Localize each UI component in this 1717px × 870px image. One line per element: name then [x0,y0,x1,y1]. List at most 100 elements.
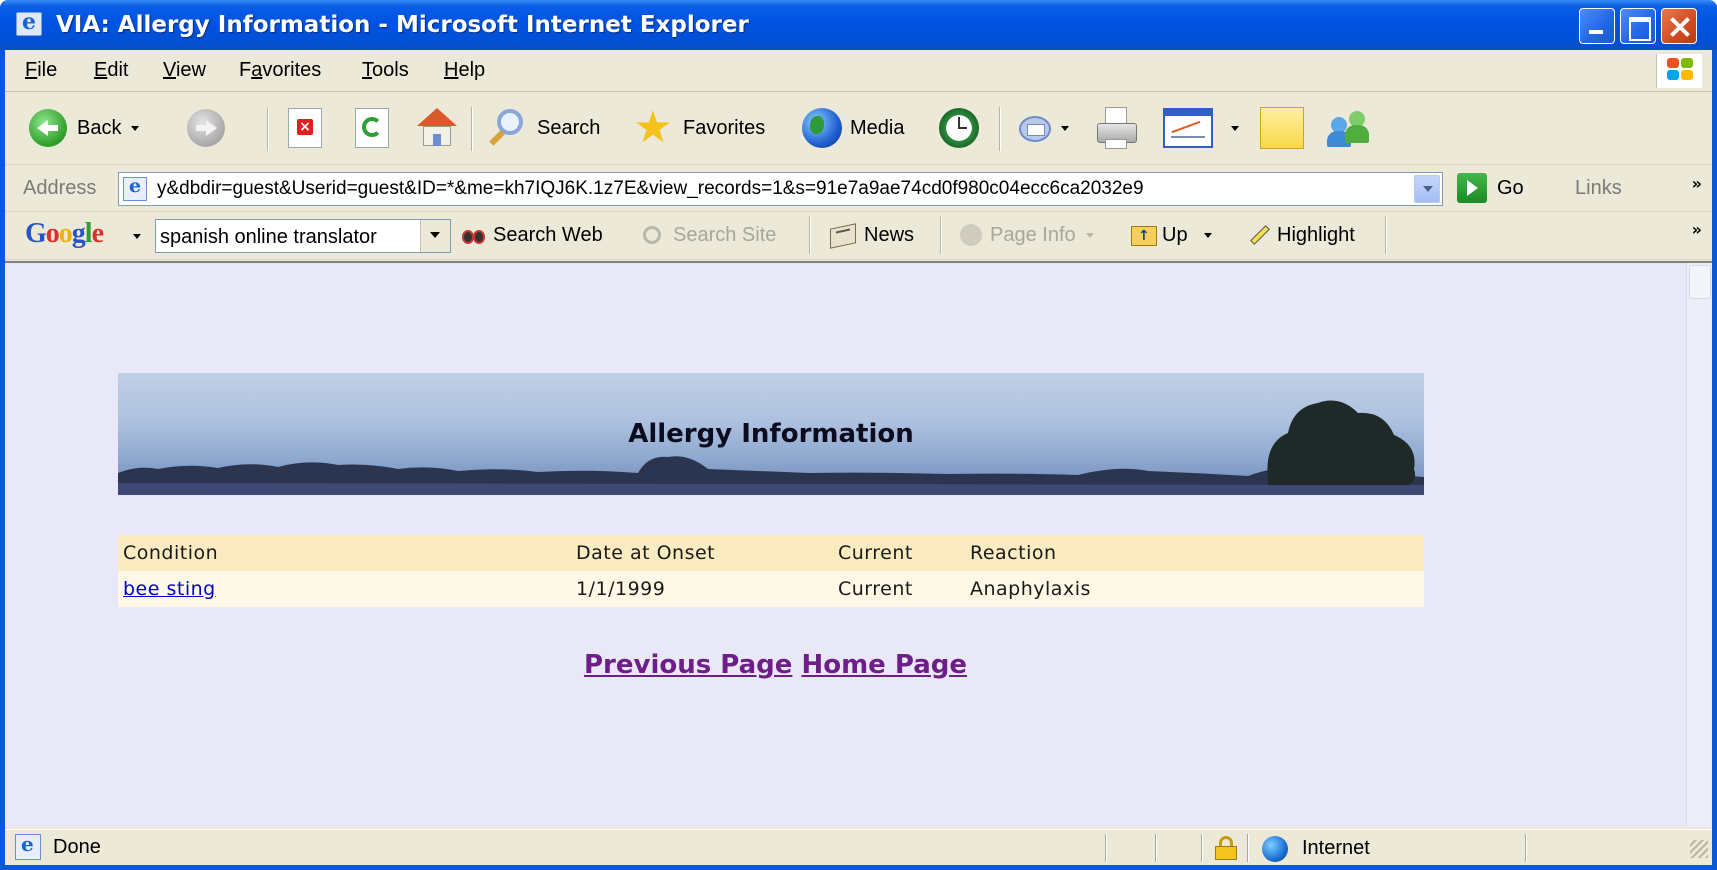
menu-view[interactable]: View [163,59,206,82]
search-site-button[interactable]: Search Site [641,222,776,248]
title-bar[interactable]: VIA: Allergy Information - Microsoft Int… [0,0,1717,50]
search-web-button[interactable]: Search Web [461,222,603,248]
menu-help[interactable]: Help [444,59,485,82]
page-info-dropdown-icon[interactable] [1085,232,1094,238]
print-button[interactable] [1093,101,1141,155]
resize-grip[interactable] [1690,840,1708,858]
news-button[interactable]: News [828,222,915,249]
page-banner: Allergy Information [118,373,1424,495]
previous-page-link[interactable]: Previous Page [584,650,792,680]
google-search-query[interactable]: spanish online translator [160,226,377,249]
edit-page-icon [1163,108,1213,148]
go-button[interactable]: Go [1457,173,1524,203]
allergy-table: Condition Date at Onset Current Reaction… [118,535,1424,607]
page-title: Allergy Information [628,419,914,449]
address-label: Address [23,177,97,199]
up-button[interactable]: ↑ Up [1130,222,1212,248]
page-icon [123,175,147,201]
edit-dropdown-icon[interactable] [1231,125,1239,131]
close-button[interactable] [1661,8,1697,44]
mail-icon [1015,108,1057,148]
status-bar: Done Internet [5,829,1712,865]
links-button[interactable]: Links [1575,177,1622,200]
search-label: Search [537,116,601,139]
google-separator [809,216,811,254]
toolbar-separator [999,107,1001,151]
condition-cell: bee sting [118,571,571,607]
menu-tools[interactable]: Tools [362,59,409,82]
news-label: News [864,223,915,246]
condition-link[interactable]: bee sting [123,578,216,600]
menu-file[interactable]: File [25,59,57,82]
status-separator [1105,834,1107,862]
page-viewport: Allergy Information Condition Date at On… [5,261,1712,827]
home-page-link[interactable]: Home Page [801,650,967,680]
ie-app-icon[interactable] [16,9,42,36]
vertical-scrollbar[interactable] [1686,263,1712,827]
home-icon [415,106,459,150]
forward-button[interactable] [187,101,225,155]
column-header-reaction: Reaction [970,542,1057,564]
address-dropdown-icon[interactable] [1414,175,1440,203]
history-button[interactable] [939,101,979,155]
minimize-button[interactable] [1579,8,1615,44]
windows-logo-icon [1656,54,1702,88]
back-label: Back [77,116,122,139]
history-clock-icon [939,108,979,148]
page-info-label: Page Info [990,223,1076,246]
column-header-current: Current [838,542,913,564]
column-header-date-at-onset: Date at Onset [576,542,716,564]
refresh-button[interactable] [355,101,389,155]
table-row: bee sting 1/1/1999 Current Anaphylaxis [118,571,1424,607]
address-url[interactable]: y&dbdir=guest&Userid=guest&ID=*&me=kh7IQ… [157,178,1144,200]
current-cell: Current [838,578,913,600]
mail-dropdown-icon[interactable] [1061,125,1069,131]
highlight-button[interactable]: Highlight [1245,222,1355,248]
search-button[interactable]: Search [483,101,600,155]
status-separator [1201,834,1203,862]
links-chevron-icon[interactable]: » [1692,174,1702,193]
search-icon [483,105,529,151]
page-info-icon [958,222,984,248]
back-button[interactable]: Back [29,101,140,155]
stop-icon: × [288,108,322,148]
google-logo[interactable]: Google [25,218,104,250]
media-globe-icon [802,108,842,148]
media-button[interactable]: Media [802,101,904,155]
favorites-star-icon: ★ [633,102,673,153]
go-label: Go [1497,176,1524,199]
back-dropdown-icon[interactable] [131,125,140,131]
google-search-dropdown-icon[interactable] [420,220,450,252]
messenger-button[interactable] [1327,101,1373,155]
highlight-label: Highlight [1277,223,1355,246]
favorites-button[interactable]: ★ Favorites [629,101,765,155]
google-chevron-icon[interactable]: » [1692,220,1702,239]
address-input[interactable]: y&dbdir=guest&Userid=guest&ID=*&me=kh7IQ… [118,172,1443,206]
up-label: Up [1162,223,1188,246]
folder-up-icon: ↑ [1130,222,1157,248]
standard-toolbar: Back × Search ★ Favorites Media [5,93,1712,165]
mail-button[interactable] [1015,101,1069,155]
status-text: Done [53,836,101,858]
window-title: VIA: Allergy Information - Microsoft Int… [56,12,749,38]
ie-window: VIA: Allergy Information - Microsoft Int… [0,0,1717,870]
discuss-button[interactable] [1260,101,1304,155]
scrollbar-thumb[interactable] [1689,265,1711,299]
media-label: Media [850,116,905,139]
maximize-button[interactable] [1620,8,1656,44]
address-bar: Address y&dbdir=guest&Userid=guest&ID=*&… [5,166,1712,212]
favorites-label: Favorites [683,116,766,139]
menu-favorites[interactable]: Favorites [239,59,321,82]
back-arrow-icon [29,109,67,147]
news-icon [828,222,858,249]
stop-button[interactable]: × [288,101,322,155]
page-info-button[interactable]: Page Info [958,222,1094,248]
menu-edit[interactable]: Edit [94,59,128,82]
google-search-input[interactable]: spanish online translator [155,219,451,253]
google-menu-dropdown-icon[interactable] [133,234,141,239]
up-dropdown-icon[interactable] [1203,232,1212,238]
home-button[interactable] [415,101,459,155]
note-icon [1260,107,1304,149]
lock-icon [1215,836,1237,860]
edit-button[interactable] [1163,101,1239,155]
